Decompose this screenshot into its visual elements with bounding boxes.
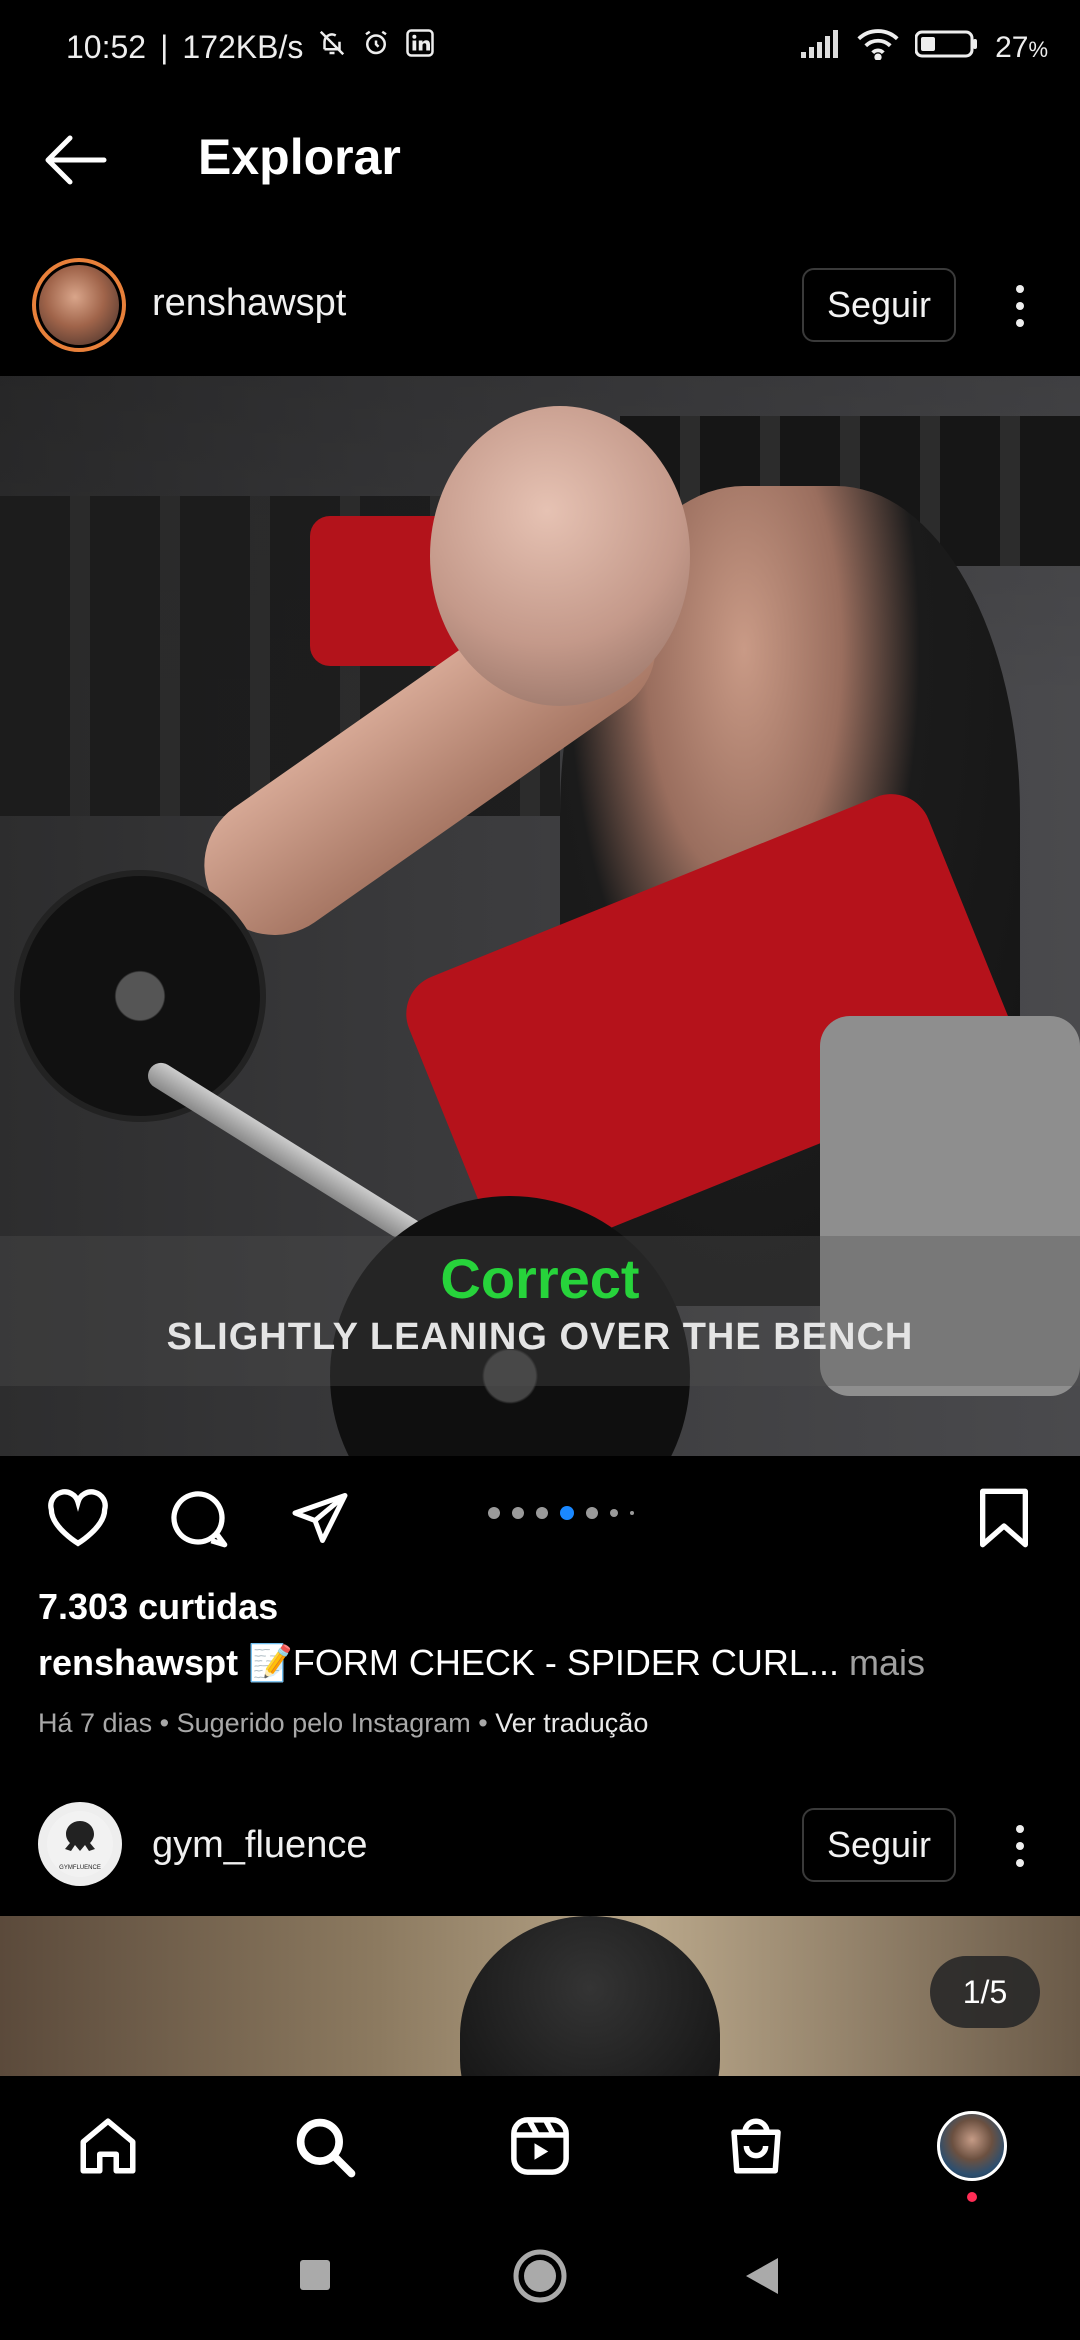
- reels-icon: [511, 2117, 569, 2175]
- home-system-button[interactable]: [512, 2248, 568, 2309]
- nav-search[interactable]: [284, 2106, 364, 2186]
- carousel-dot: [488, 1507, 500, 1519]
- page-title: Explorar: [198, 129, 401, 185]
- post2-media[interactable]: [0, 1916, 1080, 2076]
- post2-username[interactable]: gym_fluence: [152, 1824, 367, 1867]
- carousel-dot-active: [560, 1506, 574, 1520]
- nav-profile[interactable]: [932, 2106, 1012, 2186]
- caption-text: 📝FORM CHECK - SPIDER CURL...: [248, 1642, 839, 1683]
- carousel-dot: [536, 1507, 548, 1519]
- person-head: [460, 1916, 720, 2076]
- carousel-dot: [610, 1509, 618, 1517]
- post-meta: Há 7 dias • Sugerido pelo Instagram • Ve…: [38, 1708, 649, 1738]
- avatar-image: [39, 265, 119, 345]
- post1-more-options-icon[interactable]: [1000, 276, 1040, 336]
- status-bar: 10:52 | 172KB/s 27%: [0, 0, 1080, 100]
- post2-avatar[interactable]: GYMFLUENCE: [38, 1802, 122, 1886]
- weight-plate: [14, 870, 266, 1122]
- post2-more-options-icon[interactable]: [1000, 1816, 1040, 1876]
- notification-dot: [967, 2192, 977, 2202]
- overlay-correct-text: Correct: [440, 1247, 640, 1310]
- carousel-indicator: [488, 1506, 634, 1520]
- carousel-dot: [586, 1507, 598, 1519]
- battery-icon: [914, 29, 979, 67]
- carousel-dot: [630, 1511, 634, 1515]
- heart-icon: [48, 1489, 108, 1547]
- bookmark-icon: [980, 1488, 1029, 1548]
- post1-avatar[interactable]: [32, 258, 126, 352]
- alarm-icon: [361, 28, 391, 66]
- nav-reels[interactable]: [500, 2106, 580, 2186]
- square-icon: [300, 2260, 330, 2290]
- status-right: 27%: [801, 28, 1048, 68]
- post1-follow-button[interactable]: Seguir: [802, 268, 956, 342]
- post1-media[interactable]: Correct SLIGHTLY LEANING OVER THE BENCH: [0, 376, 1080, 1456]
- translate-link[interactable]: Ver tradução: [495, 1708, 648, 1738]
- caption-more-link[interactable]: mais: [849, 1642, 925, 1683]
- likes-count[interactable]: 7.303 curtidas: [38, 1586, 278, 1628]
- nav-shop[interactable]: [716, 2106, 796, 2186]
- overlay-instruction-text: SLIGHTLY LEANING OVER THE BENCH: [166, 1316, 914, 1358]
- linkedin-icon: [405, 28, 435, 66]
- save-button[interactable]: [968, 1482, 1040, 1554]
- person-head: [430, 406, 690, 706]
- status-time: 10:52: [66, 28, 147, 65]
- post1-username[interactable]: renshawspt: [152, 282, 346, 325]
- mute-bell-icon: [317, 28, 347, 66]
- back-system-button[interactable]: [744, 2256, 780, 2301]
- arrow-left-icon: [45, 135, 107, 185]
- bottom-nav: [0, 2076, 1080, 2216]
- triangle-back-icon: [746, 2258, 778, 2294]
- suggested-label: Sugerido pelo Instagram: [176, 1708, 471, 1738]
- status-left: 10:52 | 172KB/s: [66, 28, 435, 66]
- carousel-counter: 1/5: [930, 1956, 1040, 2028]
- back-button[interactable]: [40, 130, 120, 190]
- search-icon: [296, 2118, 356, 2178]
- nav-home[interactable]: [68, 2106, 148, 2186]
- home-icon: [80, 2118, 136, 2174]
- share-button[interactable]: [284, 1482, 356, 1554]
- profile-avatar: [937, 2111, 1007, 2181]
- comment-button[interactable]: [162, 1482, 234, 1554]
- circle-icon: [513, 2249, 567, 2303]
- recents-button[interactable]: [298, 2258, 332, 2297]
- comment-icon: [171, 1491, 228, 1548]
- like-button[interactable]: [42, 1482, 114, 1554]
- network-speed: 172KB/s: [182, 28, 304, 65]
- send-icon: [292, 1493, 348, 1543]
- svg-text:GYMFLUENCE: GYMFLUENCE: [59, 1865, 101, 1871]
- caption-username[interactable]: renshawspt: [38, 1642, 238, 1683]
- battery-level: 27%: [995, 31, 1048, 64]
- gymfluence-logo: GYMFLUENCE: [47, 1811, 113, 1877]
- post-time: Há 7 dias: [38, 1708, 153, 1738]
- post2-follow-button[interactable]: Seguir: [802, 1808, 956, 1882]
- system-nav: [0, 2216, 1080, 2340]
- wifi-icon: [857, 28, 899, 68]
- carousel-dot: [512, 1507, 524, 1519]
- shop-icon: [731, 2118, 781, 2174]
- post-caption[interactable]: renshawspt 📝FORM CHECK - SPIDER CURL... …: [38, 1642, 925, 1684]
- signal-icon: [801, 30, 841, 66]
